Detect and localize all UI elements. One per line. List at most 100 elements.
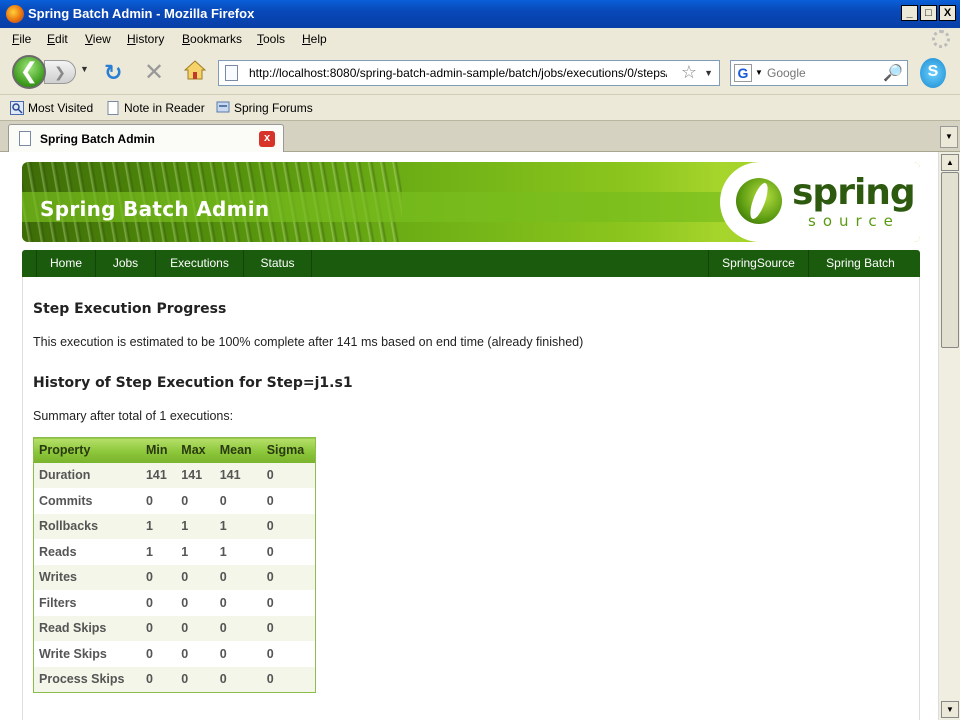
nav-status[interactable]: Status: [244, 250, 312, 277]
cell-min: 1: [140, 539, 177, 565]
tab-label: Spring Batch Admin: [40, 132, 155, 146]
row-label: Commits: [33, 488, 141, 514]
scroll-up-arrow-icon[interactable]: ▲: [941, 154, 959, 171]
main-nav: Home Jobs Executions Status SpringSource…: [22, 250, 920, 277]
col-max: Max: [176, 437, 215, 463]
row-label: Rollbacks: [33, 513, 141, 539]
nav-springsource[interactable]: SpringSource: [708, 250, 808, 277]
row-label: Read Skips: [33, 615, 141, 641]
vertical-scrollbar[interactable]: ▲ ▼: [938, 152, 960, 720]
navigation-toolbar: ❯ ❮ ▼ ↻ ✕ http://localhost:8080/spring-b…: [0, 50, 960, 94]
page-bookmark-icon: [107, 101, 119, 115]
search-icon[interactable]: 🔎: [883, 63, 903, 83]
col-sigma: Sigma: [261, 437, 316, 463]
bookmark-spring-forums[interactable]: Spring Forums: [216, 101, 313, 115]
col-property: Property: [33, 437, 141, 463]
table-row: Reads 1 1 1 0: [33, 539, 316, 565]
bookmark-most-visited[interactable]: Most Visited: [10, 101, 93, 115]
forward-button[interactable]: ❯: [44, 60, 76, 84]
cell-mean: 0: [214, 564, 262, 590]
logo-source-text: source: [808, 212, 900, 230]
nav-jobs[interactable]: Jobs: [96, 250, 156, 277]
url-dropdown-icon[interactable]: ▼: [704, 68, 713, 78]
nav-executions[interactable]: Executions: [156, 250, 244, 277]
cell-mean: 0: [214, 666, 262, 692]
cell-min: 141: [140, 462, 177, 488]
bookmark-star-icon[interactable]: ☆: [681, 62, 697, 83]
back-button[interactable]: ❮: [12, 55, 46, 89]
row-label: Write Skips: [33, 641, 141, 667]
menu-history[interactable]: History: [127, 32, 164, 46]
tab-list-dropdown-icon[interactable]: ▼: [940, 126, 958, 148]
row-label: Process Skips: [33, 666, 141, 692]
home-icon[interactable]: [184, 60, 206, 80]
engine-dropdown-icon[interactable]: ▼: [755, 68, 763, 77]
app-title: Spring Batch Admin: [40, 197, 270, 221]
search-input[interactable]: [767, 64, 879, 82]
cell-max: 0: [176, 641, 215, 667]
cell-mean: 0: [214, 641, 262, 667]
cell-sigma: 0: [261, 590, 316, 616]
cell-mean: 0: [214, 488, 262, 514]
bookmarks-toolbar: Most Visited Note in Reader Spring Forum…: [0, 94, 960, 120]
menu-view[interactable]: View: [85, 32, 111, 46]
cell-mean: 1: [214, 513, 262, 539]
maximize-button[interactable]: □: [920, 5, 937, 21]
stop-icon[interactable]: ✕: [144, 58, 164, 87]
header-banner: Spring Batch Admin spring source: [22, 162, 920, 242]
history-dropdown-icon[interactable]: ▼: [80, 64, 89, 74]
reload-icon[interactable]: ↻: [104, 60, 122, 86]
tab-close-icon[interactable]: x: [259, 131, 275, 147]
menu-edit[interactable]: Edit: [47, 32, 68, 46]
menu-bookmarks[interactable]: Bookmarks: [182, 32, 242, 46]
search-bar: G ▼ 🔎: [730, 60, 908, 86]
springsource-logo[interactable]: spring source: [720, 162, 920, 242]
menu-file[interactable]: File: [12, 32, 31, 46]
row-label: Filters: [33, 590, 141, 616]
cell-max: 141: [176, 462, 215, 488]
table-row: Filters 0 0 0 0: [33, 590, 316, 616]
tab-spring-batch-admin[interactable]: Spring Batch Admin x: [8, 124, 284, 152]
menu-help[interactable]: Help: [302, 32, 327, 46]
window-title-bar: Spring Batch Admin - Mozilla Firefox _ □…: [0, 0, 960, 28]
cell-sigma: 0: [261, 488, 316, 514]
cell-min: 0: [140, 488, 177, 514]
nav-home[interactable]: Home: [36, 250, 96, 277]
scroll-down-arrow-icon[interactable]: ▼: [941, 701, 959, 718]
minimize-button[interactable]: _: [901, 5, 918, 21]
cell-mean: 0: [214, 615, 262, 641]
row-label: Reads: [33, 539, 141, 565]
url-text[interactable]: http://localhost:8080/spring-batch-admin…: [249, 66, 667, 80]
bookmark-note-in-reader[interactable]: Note in Reader: [106, 101, 205, 115]
scroll-thumb[interactable]: [941, 172, 959, 348]
main-content: Step Execution Progress This execution i…: [22, 277, 920, 720]
cell-sigma: 0: [261, 539, 316, 565]
progress-text: This execution is estimated to be 100% c…: [33, 335, 584, 349]
cell-mean: 0: [214, 590, 262, 616]
most-visited-icon: [10, 101, 24, 115]
table-header-row: Property Min Max Mean Sigma: [33, 437, 316, 463]
google-engine-icon[interactable]: G: [734, 64, 752, 82]
window-controls: _ □ X: [901, 5, 956, 21]
skype-icon[interactable]: S: [920, 58, 946, 88]
cell-min: 0: [140, 564, 177, 590]
row-label: Duration: [33, 462, 141, 488]
table-row: Read Skips 0 0 0 0: [33, 615, 316, 641]
logo-spring-text: spring: [792, 172, 916, 213]
cell-sigma: 0: [261, 462, 316, 488]
cell-mean: 141: [214, 462, 262, 488]
cell-sigma: 0: [261, 564, 316, 590]
cell-sigma: 0: [261, 513, 316, 539]
loading-throbber-icon: [932, 30, 950, 48]
table-row: Write Skips 0 0 0 0: [33, 641, 316, 667]
cell-max: 1: [176, 513, 215, 539]
col-min: Min: [140, 437, 177, 463]
tab-strip: Spring Batch Admin x ▼: [0, 120, 960, 152]
address-bar[interactable]: http://localhost:8080/spring-batch-admin…: [218, 60, 720, 86]
page-viewport: Spring Batch Admin spring source Home Jo…: [0, 152, 938, 720]
menu-tools[interactable]: Tools: [257, 32, 285, 46]
nav-spring-batch[interactable]: Spring Batch: [808, 250, 912, 277]
summary-text: Summary after total of 1 executions:: [33, 409, 234, 423]
close-window-button[interactable]: X: [939, 5, 956, 21]
row-label: Writes: [33, 564, 141, 590]
